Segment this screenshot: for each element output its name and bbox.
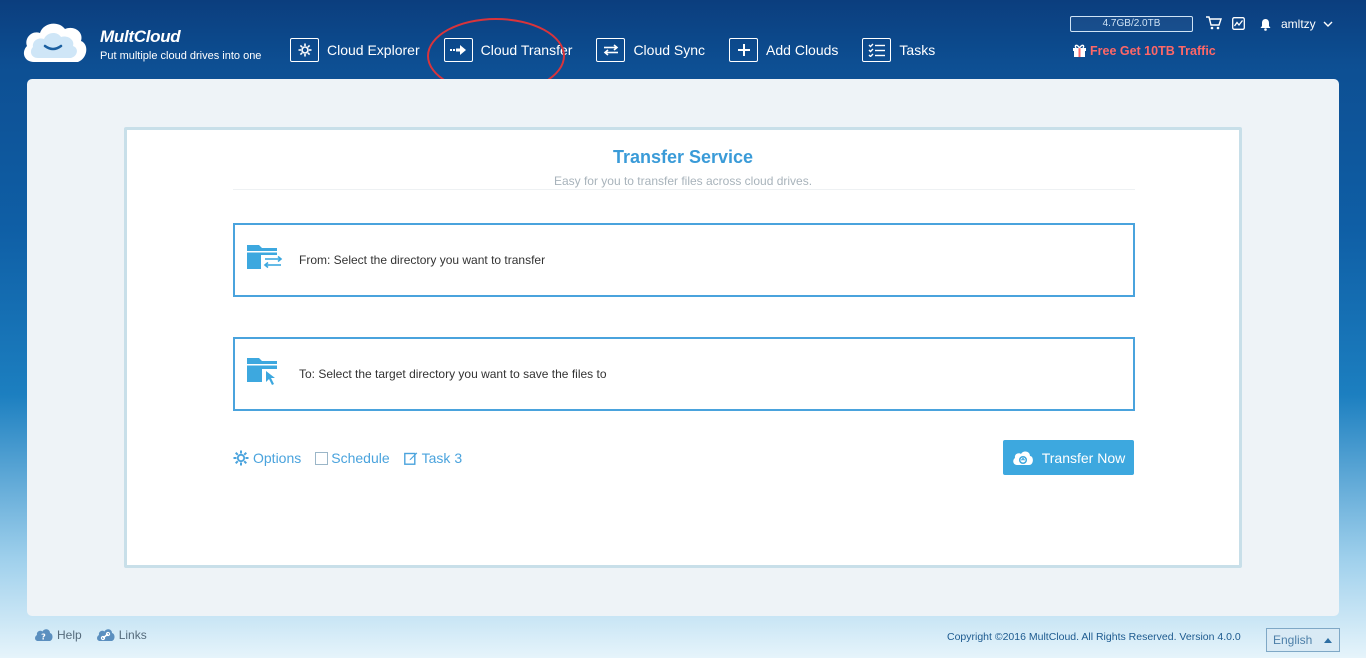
gift-icon [1073,44,1086,57]
nav-add-clouds[interactable]: Add Clouds [729,38,838,62]
edit-icon [403,452,417,465]
card-subtitle: Easy for you to transfer files across cl… [553,174,813,188]
card-title: Transfer Service [612,147,754,167]
cloud-logo-icon [23,23,87,63]
to-directory-selector[interactable]: To: Select the target directory you want… [233,337,1135,411]
transfer-now-button[interactable]: Transfer Now [1003,440,1134,475]
link-cloud-icon [96,629,115,641]
nav-cloud-sync[interactable]: Cloud Sync [596,38,705,62]
folder-target-icon [247,356,285,393]
username-menu[interactable]: amltzy [1281,17,1333,31]
cart-icon[interactable] [1206,16,1222,35]
transfer-card: Transfer Service Easy for you to transfe… [124,127,1242,568]
to-label: To: Select the target directory you want… [299,367,607,381]
checklist-icon [862,38,892,62]
nav-cloud-transfer[interactable]: Cloud Transfer [443,38,573,62]
nav-label: Cloud Sync [633,42,706,58]
gear-icon [233,450,249,466]
footer-links: ? Help Links [34,628,161,642]
cloud-upload-icon [1012,451,1033,465]
folder-transfer-icon [247,243,285,278]
from-directory-selector[interactable]: From: Select the directory you want to t… [233,223,1135,297]
logo[interactable]: MultCloud Put multiple cloud drives into… [20,16,280,68]
transfer-options: Options Schedule Task 3 [233,450,476,466]
top-header: MultCloud Put multiple cloud drives into… [0,0,1366,94]
main-nav: Cloud Explorer Cloud Transfer Cloud Sync… [290,38,959,62]
task-name-edit[interactable]: Task 3 [403,450,462,466]
nav-cloud-explorer[interactable]: Cloud Explorer [290,38,420,62]
gear-folder-icon [290,38,319,62]
options-button[interactable]: Options [233,450,301,466]
checkbox-box[interactable] [315,451,329,465]
help-link[interactable]: ? Help [34,628,82,642]
brand-tagline: Put multiple cloud drives into one [100,50,262,62]
chevron-down-icon [1319,17,1333,31]
links-link[interactable]: Links [96,628,147,642]
nav-tasks[interactable]: Tasks [862,38,935,62]
schedule-checkbox[interactable]: Schedule [315,450,390,466]
divider [233,189,1135,190]
copyright-text: Copyright ©2016 MultCloud. All Rights Re… [947,631,1241,643]
nav-label: Tasks [899,42,936,58]
nav-label: Add Clouds [766,42,839,58]
free-traffic-promo[interactable]: Free Get 10TB Traffic [1072,43,1216,58]
language-select[interactable]: English [1266,628,1340,652]
nav-label: Cloud Transfer [480,42,573,58]
plus-icon [729,38,759,62]
nav-label: Cloud Explorer [327,42,420,58]
from-label: From: Select the directory you want to t… [299,253,546,267]
svg-text:?: ? [41,633,46,642]
caret-up-icon [1324,638,1332,643]
brand-name: MultCloud [100,27,181,46]
help-cloud-icon: ? [35,629,53,642]
sync-arrows-icon [596,38,626,62]
stats-chart-icon[interactable] [1232,17,1245,35]
bell-icon[interactable] [1260,18,1271,36]
traffic-usage-bar[interactable]: 4.7GB/2.0TB [1070,16,1193,32]
transfer-arrow-icon [443,38,473,62]
